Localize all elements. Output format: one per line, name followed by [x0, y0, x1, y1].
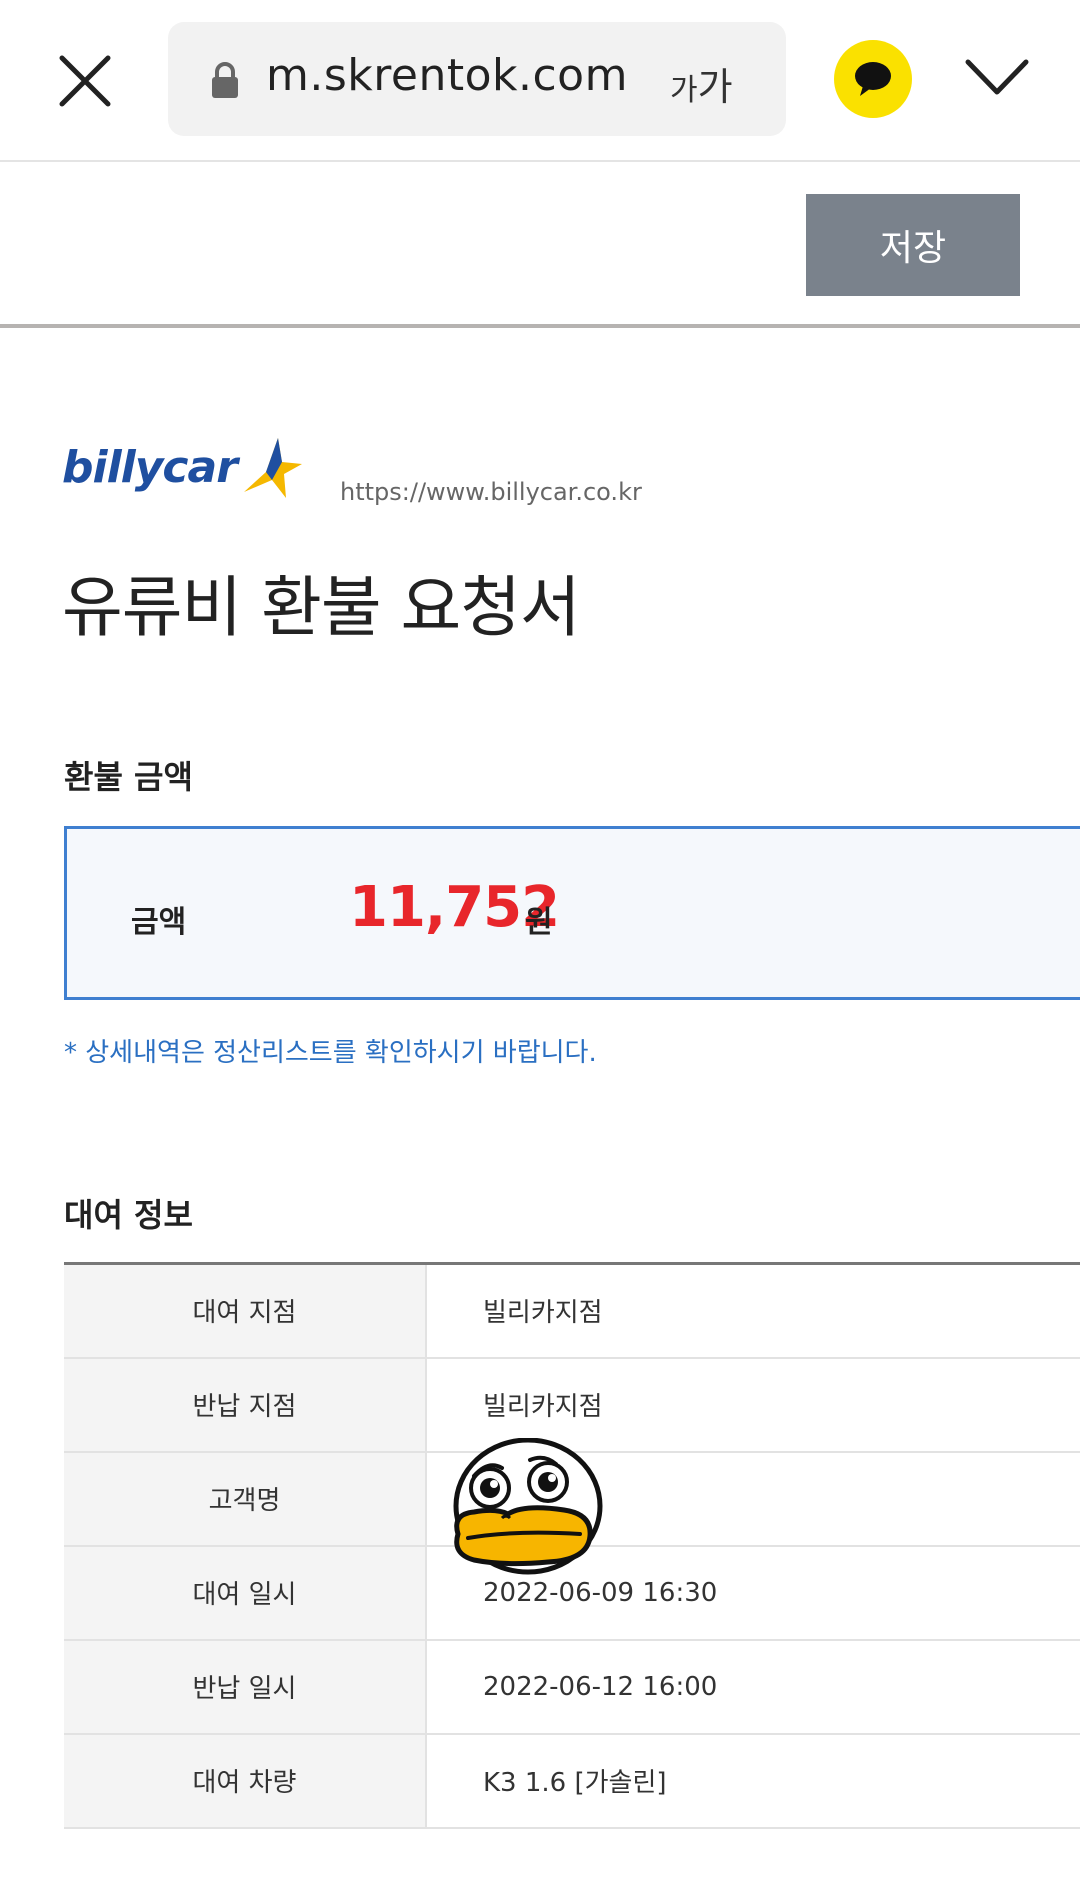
- site-url: https://www.billycar.co.kr: [340, 478, 642, 506]
- save-button[interactable]: 저장: [806, 194, 1020, 296]
- table-row: 대여 차량 K3 1.6 [가솔린]: [64, 1733, 1080, 1828]
- address-bar[interactable]: m.skrentok.com 가가: [168, 22, 786, 136]
- table-row: 대여 지점 빌리카지점: [64, 1263, 1080, 1358]
- amount-label: 금액: [131, 905, 187, 940]
- logo-text: billycar: [62, 442, 238, 493]
- url-text: m.skrentok.com: [266, 50, 628, 101]
- duck-sticker: [444, 1437, 604, 1582]
- row-label: 대여 일시: [64, 1545, 427, 1640]
- rental-info-heading: 대여 정보: [64, 1196, 193, 1234]
- billycar-logo: billycar: [62, 438, 312, 512]
- row-value: 빌리카지점: [483, 1298, 603, 1329]
- close-icon[interactable]: [54, 50, 116, 112]
- browser-top-bar: m.skrentok.com 가가: [0, 0, 1080, 162]
- kakaotalk-icon[interactable]: [834, 40, 912, 118]
- row-label: 고객명: [64, 1451, 427, 1546]
- lock-icon: [210, 60, 240, 100]
- detail-note: * 상세내역은 정산리스트를 확인하시기 바랍니다.: [64, 1038, 597, 1068]
- row-label: 반납 지점: [64, 1357, 427, 1452]
- chevron-down-icon[interactable]: [962, 52, 1032, 104]
- table-row: 반납 일시 2022-06-12 16:00: [64, 1639, 1080, 1734]
- document-toolbar: 저장: [0, 162, 1080, 328]
- row-value: K3 1.6 [가솔린]: [483, 1768, 667, 1798]
- refund-amount-box: 금액 11,752 원: [64, 826, 1080, 1000]
- font-size-small-glyph: 가: [670, 73, 698, 108]
- row-label: 대여 차량: [64, 1733, 427, 1828]
- amount-unit: 원: [525, 905, 553, 940]
- font-size-button[interactable]: 가가: [670, 56, 733, 111]
- page-title: 유류비 환불 요청서: [62, 569, 581, 646]
- refund-amount-heading: 환불 금액: [64, 758, 193, 796]
- font-size-large-glyph: 가: [697, 65, 733, 109]
- row-value: 2022-06-12 16:00: [483, 1671, 718, 1702]
- row-label: 대여 지점: [64, 1263, 427, 1358]
- star-icon: [244, 438, 302, 498]
- row-label: 반납 일시: [64, 1639, 427, 1734]
